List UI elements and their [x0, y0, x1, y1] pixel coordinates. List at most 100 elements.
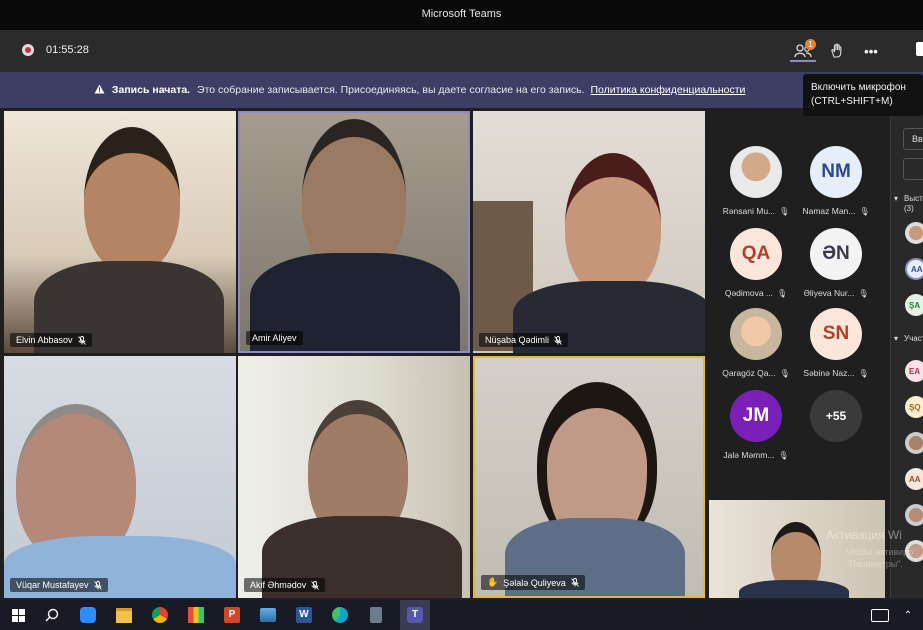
panel-avatar[interactable]: AA — [905, 258, 923, 280]
banner-bold-text: Запись начата. — [111, 84, 191, 96]
roster-name: Qədimova ... 🎙 — [724, 288, 788, 298]
more-participants-count: +55 — [810, 390, 862, 442]
zoom-app-icon[interactable] — [78, 605, 98, 625]
video-tile[interactable]: Amir Aliyev — [238, 111, 470, 353]
more-options-button[interactable]: ••• — [858, 38, 884, 64]
chrome-icon[interactable] — [150, 605, 170, 625]
powerpoint-icon[interactable]: P — [222, 605, 242, 625]
mic-off-icon — [77, 335, 86, 345]
participant-name: Amir Aliyev — [252, 333, 297, 343]
section-toggle-icon[interactable]: ▾ — [894, 194, 898, 203]
raised-hand-icon: ✋ — [487, 577, 499, 587]
privacy-policy-link[interactable]: Политика конфиденциальности — [591, 84, 746, 96]
tooltip-line-2: (CTRL+SHIFT+M) — [811, 96, 893, 107]
mic-off-icon — [311, 580, 320, 590]
show-hidden-icons[interactable]: ⌃ — [898, 605, 918, 625]
avatar-initials: ƏN — [810, 228, 862, 280]
meeting-timer: 01:55:28 — [46, 44, 89, 56]
search-button[interactable] — [42, 605, 62, 625]
edge-icon[interactable] — [330, 605, 350, 625]
file-explorer-icon[interactable] — [114, 605, 134, 625]
mic-off-icon — [554, 335, 562, 345]
avatar-initials: QA — [730, 228, 782, 280]
activation-watermark: Активация Wi — [826, 528, 902, 542]
more-participants-button[interactable]: +55 — [796, 390, 876, 442]
avatar-initials: JM — [730, 390, 782, 442]
participant-name: Şəlalə Quliyeva — [503, 577, 566, 588]
raise-hand-button[interactable] — [824, 38, 850, 64]
hand-icon — [831, 43, 842, 58]
avatar-photo — [730, 146, 782, 198]
search-icon — [45, 608, 59, 622]
participant-name: Vüqar Mustafayev — [16, 580, 89, 590]
participant-name-bar: Nüşaba Qədimli — [479, 333, 569, 347]
attendees-heading: Участ — [904, 334, 923, 343]
participant-name-bar: Vüqar Mustafayev — [10, 578, 108, 592]
panel-avatar[interactable]: EA — [905, 360, 923, 382]
participant-name: Nüşaba Qədimli — [485, 335, 550, 345]
avatar-photo — [730, 308, 782, 360]
panel-search-box[interactable]: Вв — [903, 128, 923, 150]
leave-button-edge[interactable] — [916, 42, 923, 56]
roster-participant[interactable]: Rənsani Mu... 🎙 — [716, 146, 796, 216]
roster-grid: Rənsani Mu... 🎙 NM Namaz Man... 🎙 QA Qədim… — [708, 108, 888, 498]
calculator-icon[interactable] — [366, 605, 386, 625]
avatar-initials: NM — [810, 146, 862, 198]
avatar-initials: SN — [810, 308, 862, 360]
start-button[interactable] — [8, 605, 28, 625]
recording-icon — [22, 44, 34, 56]
participant-name: Elvin Abbasov — [16, 335, 73, 345]
participants-badge: 1 — [805, 39, 816, 50]
word-icon[interactable]: W — [294, 605, 314, 625]
participant-video — [84, 127, 180, 273]
roster-participant[interactable]: QA Qədimova ... 🎙 — [716, 228, 796, 298]
photos-icon[interactable] — [258, 605, 278, 625]
participants-panel: Вв ▾ Выст (3) AA ŞA ▾ Участ EA ŞQ AA — [890, 108, 923, 598]
unmute-tooltip: Включить микрофон (CTRL+SHIFT+M) — [803, 74, 923, 116]
roster-participant[interactable]: Qaragöz Qa... 🎙 — [716, 308, 796, 378]
roster-name: Rənsani Mu... 🎙 — [722, 206, 790, 216]
mic-off-icon — [93, 580, 102, 590]
video-tile[interactable]: Nüşaba Qədimli — [473, 111, 705, 353]
roster-name: Jalə Məmm... 🎙 — [723, 450, 789, 460]
app-grid-icon[interactable] — [186, 605, 206, 625]
participant-video — [565, 153, 661, 297]
self-view-body — [739, 580, 849, 598]
warning-icon — [94, 84, 105, 94]
video-tile[interactable]: ✋ Şəlalə Quliyeva — [473, 356, 705, 598]
video-tile[interactable]: Vüqar Mustafayev — [4, 356, 236, 598]
recording-banner: Запись начата. Это собрание записывается… — [0, 72, 923, 108]
meeting-toolbar: 01:55:28 1 ••• — [0, 30, 923, 72]
section-toggle-icon[interactable]: ▾ — [894, 334, 898, 343]
participant-name-bar: Amir Aliyev — [246, 331, 303, 345]
roster-name: Qaragöz Qa... 🎙 — [722, 368, 790, 378]
participant-name-bar: ✋ Şəlalə Quliyeva — [481, 575, 585, 590]
panel-avatar[interactable]: ŞQ — [905, 396, 923, 418]
teams-taskbar-button[interactable]: T — [400, 600, 430, 630]
panel-avatar[interactable]: AA — [905, 468, 923, 490]
title-bar: Microsoft Teams — [0, 0, 923, 30]
tooltip-line-1: Включить микрофон — [811, 82, 906, 93]
video-tile[interactable]: Elvin Abbasov — [4, 111, 236, 353]
panel-avatar[interactable] — [905, 432, 923, 454]
panel-avatar[interactable]: ŞA — [905, 294, 923, 316]
windows-logo-icon — [11, 608, 25, 622]
participant-name-bar: Elvin Abbasov — [10, 333, 92, 347]
roster-participant[interactable]: JM Jalə Məmm... 🎙 — [716, 390, 796, 460]
roster-participant[interactable]: SN Səbinə Naz... 🎙 — [796, 308, 876, 378]
panel-avatar[interactable] — [905, 222, 923, 244]
banner-text: Запись начата. Это собрание записывается… — [94, 84, 745, 96]
video-tile[interactable]: Akif Əhmədov — [238, 356, 470, 598]
window-title: Microsoft Teams — [421, 8, 502, 20]
roster-name: Səbinə Naz... 🎙 — [803, 368, 869, 378]
roster-name: Namaz Man... 🎙 — [802, 206, 870, 216]
roster-participant[interactable]: ƏN Əliyeva Nur... 🎙 — [796, 228, 876, 298]
roster-participant[interactable]: NM Namaz Man... 🎙 — [796, 146, 876, 216]
keyboard-icon[interactable] — [870, 605, 890, 625]
presenters-heading: Выст — [904, 194, 923, 203]
active-tab-indicator — [790, 60, 816, 62]
panel-input[interactable] — [903, 158, 923, 180]
presenters-count: (3) — [904, 204, 914, 213]
activation-watermark-details: Чтобы активиро "Параметры". — [846, 547, 914, 569]
panel-avatar[interactable] — [905, 504, 923, 526]
